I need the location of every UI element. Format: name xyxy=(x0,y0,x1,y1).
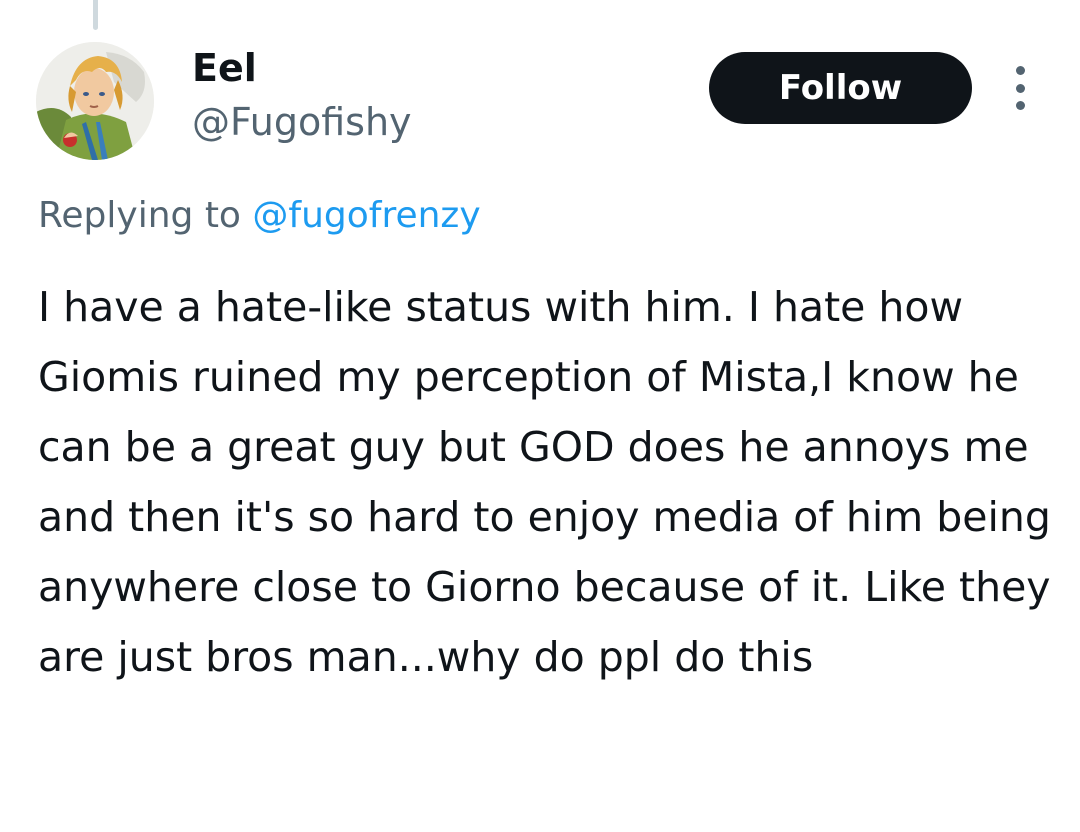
avatar[interactable] xyxy=(36,42,154,160)
more-vertical-icon-dot xyxy=(1015,83,1025,93)
author-handle[interactable]: @Fugofishy xyxy=(192,98,412,146)
tweet-text: I have a hate-like status with him. I ha… xyxy=(38,283,1051,681)
thread-connector-line xyxy=(93,0,98,30)
follow-button[interactable]: Follow xyxy=(709,52,972,124)
replying-to-label: Replying to xyxy=(38,195,253,236)
more-options-button[interactable] xyxy=(1004,66,1036,110)
more-vertical-icon-dot xyxy=(1015,101,1025,110)
author-display-name[interactable]: Eel xyxy=(192,44,257,92)
more-vertical-icon xyxy=(1015,66,1025,75)
anime-character-avatar-icon xyxy=(36,42,154,160)
replying-to-line: Replying to @fugofrenzy xyxy=(38,192,481,240)
reply-mention-link[interactable]: @fugofrenzy xyxy=(252,195,480,236)
